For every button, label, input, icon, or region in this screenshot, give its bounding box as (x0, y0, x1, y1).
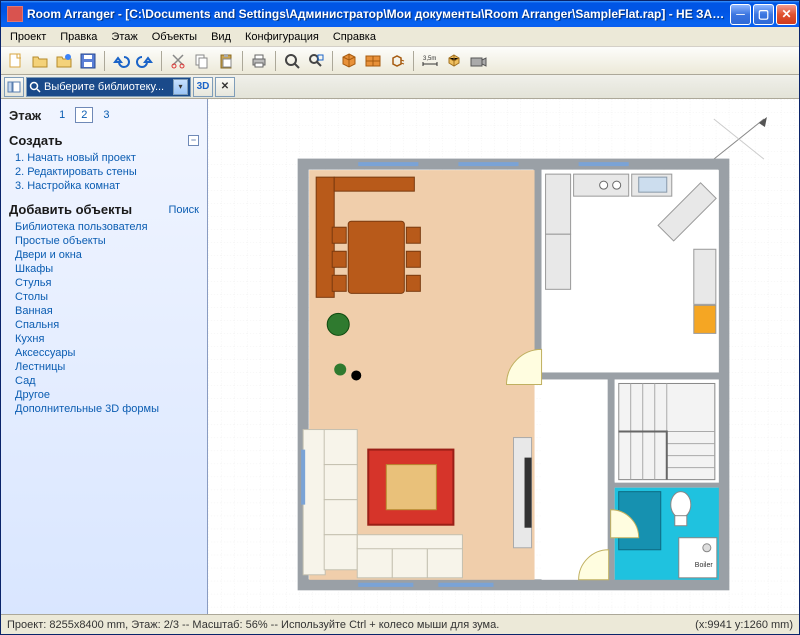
show-panel-button[interactable] (4, 77, 24, 97)
svg-text:Boiler: Boiler (695, 562, 714, 569)
search-icon (29, 81, 41, 93)
lib-other[interactable]: Другое (15, 389, 197, 401)
collapse-create-icon[interactable]: − (188, 135, 199, 146)
cut-button[interactable] (167, 50, 189, 72)
svg-text:3,5m: 3,5m (423, 56, 436, 62)
sidebar: Этаж 1 2 3 Создать − 1. Начать новый про… (1, 99, 208, 614)
app-window: Room Arranger - [C:\Documents and Settin… (0, 0, 800, 635)
menubar: Проект Правка Этаж Объекты Вид Конфигура… (1, 27, 799, 47)
create-new-project[interactable]: 1. Начать новый проект (15, 152, 197, 164)
view-3d-button[interactable] (338, 50, 360, 72)
view-3d-toggle[interactable]: 3D (193, 77, 213, 97)
floorplan-canvas[interactable]: Boiler (208, 99, 799, 614)
wizard-button[interactable] (53, 50, 75, 72)
menu-edit[interactable]: Правка (53, 29, 104, 45)
statusbar: Проект: 8255x8400 mm, Этаж: 2/3 -- Масшт… (1, 614, 799, 634)
zoom-button[interactable] (281, 50, 303, 72)
library-selector[interactable]: Выберите библиотеку... ▾ (26, 77, 191, 97)
floorplan-svg: Boiler (208, 99, 799, 614)
main-toolbar: 3,5m (1, 47, 799, 75)
app-icon (7, 6, 23, 22)
objects-button[interactable] (386, 50, 408, 72)
paste-button[interactable] (215, 50, 237, 72)
addobjects-links: Библиотека пользователя Простые объекты … (5, 221, 203, 421)
status-coords: (x:9941 y:1260 mm) (695, 619, 793, 631)
dropdown-arrow-icon[interactable]: ▾ (173, 79, 188, 95)
floor-label: Этаж (9, 108, 41, 123)
create-links: 1. Начать новый проект 2. Редактировать … (5, 152, 203, 198)
library-placeholder: Выберите библиотеку... (44, 81, 170, 93)
floor-selector: Этаж 1 2 3 (5, 105, 203, 129)
close-button[interactable]: ✕ (776, 4, 797, 25)
create-room-settings[interactable]: 3. Настройка комнат (15, 180, 197, 192)
lib-3d-shapes[interactable]: Дополнительные 3D формы (15, 403, 197, 415)
catalog-button[interactable] (362, 50, 384, 72)
floor-2[interactable]: 2 (75, 107, 93, 123)
section-addobjects: Добавить объекты Поиск (5, 200, 203, 219)
lib-chairs[interactable]: Стулья (15, 277, 197, 289)
new-project-button[interactable] (5, 50, 27, 72)
menu-project[interactable]: Проект (3, 29, 53, 45)
section-create: Создать − (5, 131, 203, 150)
camera-button[interactable] (467, 50, 489, 72)
close-panel-button[interactable]: ✕ (215, 77, 235, 97)
section-addobjects-title: Добавить объекты (9, 202, 132, 217)
section-create-title: Создать (9, 133, 62, 148)
floor-1[interactable]: 1 (53, 107, 71, 123)
lib-accessories[interactable]: Аксессуары (15, 347, 197, 359)
minimize-button[interactable]: ─ (730, 4, 751, 25)
lib-cabinets[interactable]: Шкафы (15, 263, 197, 275)
save-button[interactable] (77, 50, 99, 72)
lib-doors-windows[interactable]: Двери и окна (15, 249, 197, 261)
lib-user[interactable]: Библиотека пользователя (15, 221, 197, 233)
zoom-fit-button[interactable] (305, 50, 327, 72)
lib-simple[interactable]: Простые объекты (15, 235, 197, 247)
lib-tables[interactable]: Столы (15, 291, 197, 303)
status-left: Проект: 8255x8400 mm, Этаж: 2/3 -- Масшт… (7, 619, 499, 631)
lib-kitchen[interactable]: Кухня (15, 333, 197, 345)
undo-button[interactable] (110, 50, 132, 72)
menu-config[interactable]: Конфигурация (238, 29, 326, 45)
print-button[interactable] (248, 50, 270, 72)
lib-bedroom[interactable]: Спальня (15, 319, 197, 331)
lib-bathroom[interactable]: Ванная (15, 305, 197, 317)
redo-button[interactable] (134, 50, 156, 72)
library-toolbar: Выберите библиотеку... ▾ 3D ✕ (1, 75, 799, 99)
menu-view[interactable]: Вид (204, 29, 238, 45)
window-title: Room Arranger - [C:\Documents and Settin… (27, 7, 730, 21)
copy-button[interactable] (191, 50, 213, 72)
furniture-button[interactable] (443, 50, 465, 72)
create-edit-walls[interactable]: 2. Редактировать стены (15, 166, 197, 178)
measure-button[interactable]: 3,5m (419, 50, 441, 72)
titlebar[interactable]: Room Arranger - [C:\Documents and Settin… (1, 1, 799, 27)
menu-objects[interactable]: Объекты (145, 29, 204, 45)
search-link[interactable]: Поиск (169, 204, 199, 216)
content-area: Этаж 1 2 3 Создать − 1. Начать новый про… (1, 99, 799, 614)
floor-3[interactable]: 3 (97, 107, 115, 123)
menu-help[interactable]: Справка (326, 29, 383, 45)
open-button[interactable] (29, 50, 51, 72)
lib-stairs[interactable]: Лестницы (15, 361, 197, 373)
maximize-button[interactable]: ▢ (753, 4, 774, 25)
menu-floor[interactable]: Этаж (104, 29, 144, 45)
lib-garden[interactable]: Сад (15, 375, 197, 387)
